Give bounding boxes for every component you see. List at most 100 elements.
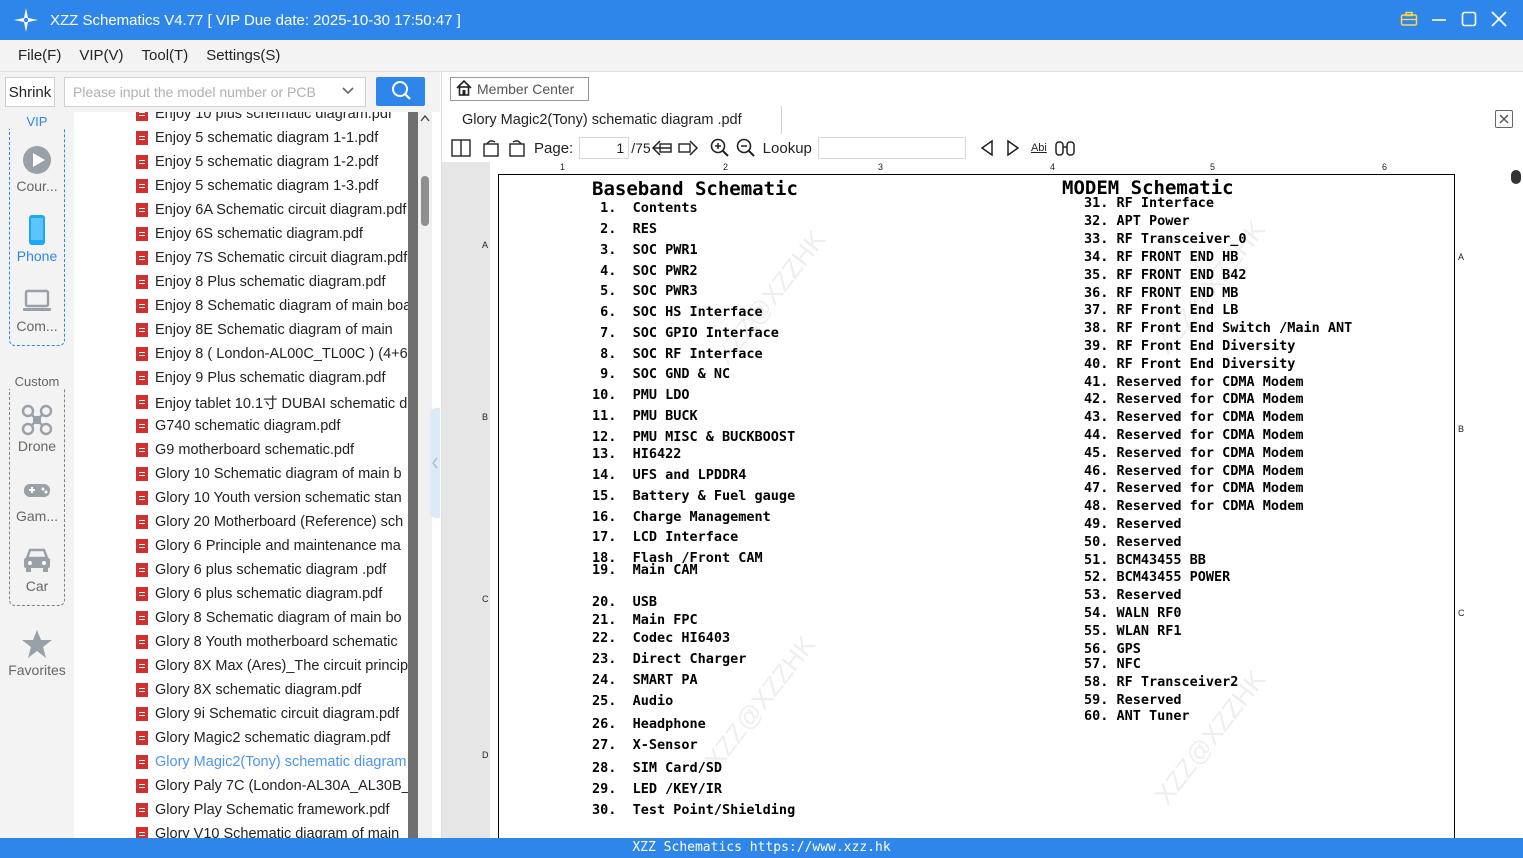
file-list-item[interactable]: Glory 8 Youth motherboard schematic	[136, 630, 418, 654]
pdf-file-icon	[136, 395, 148, 409]
pdf-file-icon	[136, 491, 148, 505]
maximize-icon[interactable]	[1459, 8, 1479, 30]
shrink-button[interactable]: Shrink	[5, 77, 55, 107]
briefcase-icon[interactable]	[1399, 8, 1419, 30]
menu-vip[interactable]: VIP(V)	[69, 47, 131, 64]
close-document-icon[interactable]	[1495, 110, 1513, 128]
file-list-item[interactable]: Enjoy 10 plus schematic diagram.pdf	[136, 112, 418, 126]
sidebar-toggle-icon[interactable]	[450, 137, 472, 159]
file-name: Glory Play Schematic framework.pdf	[155, 802, 390, 818]
category-phone[interactable]: Phone	[0, 214, 74, 264]
file-list-item[interactable]: Glory 9i Schematic circuit diagram.pdf	[136, 702, 418, 726]
collapse-panel-handle[interactable]	[430, 408, 440, 518]
file-list-item[interactable]: Enjoy 6A Schematic circuit diagram.pdf	[136, 198, 418, 222]
close-icon[interactable]	[1489, 8, 1509, 30]
file-name: Enjoy 5 schematic diagram 1-2.pdf	[155, 154, 379, 170]
member-center-label: Member Center	[477, 81, 575, 97]
category-favorites[interactable]: Favorites	[0, 628, 74, 678]
file-list-item[interactable]: Glory 8X Max (Ares)_The circuit princip	[136, 654, 418, 678]
modem-entry: 54. WALN RF0	[1084, 605, 1182, 621]
file-list-item[interactable]: Enjoy 8 Schematic diagram of main board	[136, 294, 418, 318]
lookup-input[interactable]	[817, 137, 966, 159]
file-list-item[interactable]: Enjoy 9 Plus schematic diagram.pdf	[136, 366, 418, 390]
document-tab[interactable]: Glory Magic2(Tony) schematic diagram .pd…	[450, 106, 782, 134]
baseband-entry: 4. SOC PWR2	[592, 263, 698, 279]
file-list-item[interactable]: Enjoy 8 ( London-AL00C_TL00C ) (4+64	[136, 342, 418, 366]
file-list-item[interactable]: G740 schematic diagram.pdf	[136, 414, 418, 438]
document-tab-title: Glory Magic2(Tony) schematic diagram .pd…	[462, 112, 742, 128]
file-list-item[interactable]: Glory 6 plus schematic diagram.pdf	[136, 582, 418, 606]
file-list-item[interactable]: Enjoy 8E Schematic diagram of main	[136, 318, 418, 342]
baseband-title: Baseband Schematic	[592, 178, 798, 200]
file-list-item[interactable]: Glory V10 Schematic diagram of main	[136, 822, 418, 838]
file-list-item[interactable]: Enjoy tablet 10.1寸 DUBAI schematic d	[136, 390, 418, 414]
file-list-item[interactable]: Glory 10 Youth version schematic stan	[136, 486, 418, 510]
baseband-entry: 19. Main CAM	[592, 562, 698, 578]
file-list-item[interactable]: Glory 8 Schematic diagram of main bo	[136, 606, 418, 630]
file-list-item[interactable]: Glory Magic2(Tony) schematic diagram	[136, 750, 418, 774]
page-label: Page:	[534, 139, 574, 157]
schematic-page: 123456 ABCDABC XZZ@XZZHK XZZ@XZZHK XZZ@XZZ…	[482, 162, 1508, 838]
baseband-entry: 6. SOC HS Interface	[592, 304, 763, 320]
match-case-button[interactable]: Abi	[1028, 137, 1050, 159]
file-list-item[interactable]: Glory 8X schematic diagram.pdf	[136, 678, 418, 702]
rotate-left-icon[interactable]	[480, 137, 502, 159]
pdf-file-icon	[136, 419, 148, 433]
minimize-icon[interactable]	[1429, 8, 1449, 30]
scroll-up-icon[interactable]	[420, 114, 430, 125]
document-scrollbar-thumb[interactable]	[1511, 170, 1521, 184]
file-list-item[interactable]: Enjoy 5 schematic diagram 1-2.pdf	[136, 150, 418, 174]
file-list-item[interactable]: G9 motherboard schematic.pdf	[136, 438, 418, 462]
scrollbar-thumb[interactable]	[421, 176, 429, 226]
file-list-item[interactable]: Glory Magic2 schematic diagram.pdf	[136, 726, 418, 750]
find-next-icon[interactable]	[1002, 137, 1024, 159]
rotate-right-icon[interactable]	[506, 137, 528, 159]
row-letter: A	[482, 240, 489, 250]
file-list-item[interactable]: Glory 20 Motherboard (Reference) sch	[136, 510, 418, 534]
menu-settings[interactable]: Settings(S)	[196, 47, 288, 64]
viewer-toolbar: Page: 1 /75 Lookup Abi	[442, 134, 1523, 162]
category-games[interactable]: Gam...	[0, 474, 74, 524]
prev-page-arrow-icon[interactable]	[651, 137, 673, 159]
file-list-item[interactable]: Glory 10 Schematic diagram of main b	[136, 462, 418, 486]
modem-entry: 40. RF Front End Diversity	[1084, 356, 1296, 372]
file-list-item[interactable]: Enjoy 5 schematic diagram 1-1.pdf	[136, 126, 418, 150]
search-input[interactable]: Please input the model number or PCB	[64, 77, 366, 107]
binoculars-icon[interactable]	[1054, 137, 1076, 159]
document-scrollbar[interactable]	[1508, 162, 1523, 838]
page-number-input[interactable]: 1	[579, 137, 630, 159]
document-canvas[interactable]: 123456 ABCDABC XZZ@XZZHK XZZ@XZZHK XZZ@XZZ…	[442, 162, 1508, 838]
column-number: 1	[560, 162, 566, 172]
category-car[interactable]: Car	[0, 544, 74, 594]
file-list-item[interactable]: Glory 6 Principle and maintenance ma	[136, 534, 418, 558]
zoom-in-icon[interactable]	[709, 137, 731, 159]
search-button[interactable]	[376, 77, 425, 106]
file-list-item[interactable]: Enjoy 7S Schematic circuit diagram.pdf	[136, 246, 418, 270]
pdf-file-icon	[136, 467, 148, 481]
modem-entry: 31. RF Interface	[1084, 195, 1215, 211]
file-name: Enjoy 8 Plus schematic diagram.pdf	[155, 274, 386, 290]
member-center-button[interactable]: Member Center	[450, 77, 589, 101]
category-courses[interactable]: Cour...	[0, 144, 74, 194]
modem-entry: 37. RF Front End LB	[1084, 302, 1239, 318]
file-list-item[interactable]: Glory Play Schematic framework.pdf	[136, 798, 418, 822]
file-list-item[interactable]: Glory Paly 7C (London-AL30A_AL30B_	[136, 774, 418, 798]
file-list-item[interactable]: Glory 6 plus schematic diagram .pdf	[136, 558, 418, 582]
file-name: Glory 8X Max (Ares)_The circuit princip	[155, 658, 409, 674]
menu-file[interactable]: File(F)	[8, 47, 69, 64]
find-prev-icon[interactable]	[976, 137, 998, 159]
next-page-arrow-icon[interactable]	[677, 137, 699, 159]
modem-entry: 34. RF FRONT END HB	[1084, 249, 1239, 265]
file-list-item[interactable]: Enjoy 6S schematic diagram.pdf	[136, 222, 418, 246]
zoom-out-icon[interactable]	[735, 137, 757, 159]
file-list-item[interactable]: Enjoy 8 Plus schematic diagram.pdf	[136, 270, 418, 294]
pdf-file-icon	[136, 371, 148, 385]
baseband-entry: 13. HI6422	[592, 446, 682, 462]
menu-tool[interactable]: Tool(T)	[132, 47, 197, 64]
chevron-down-icon[interactable]	[341, 83, 355, 100]
file-list-item[interactable]: Enjoy 5 schematic diagram 1-3.pdf	[136, 174, 418, 198]
vip-label: VIP	[0, 114, 74, 129]
category-computer[interactable]: Com...	[0, 284, 74, 334]
category-drone[interactable]: Drone	[0, 404, 74, 454]
baseband-entry: 24. SMART PA	[592, 672, 698, 688]
